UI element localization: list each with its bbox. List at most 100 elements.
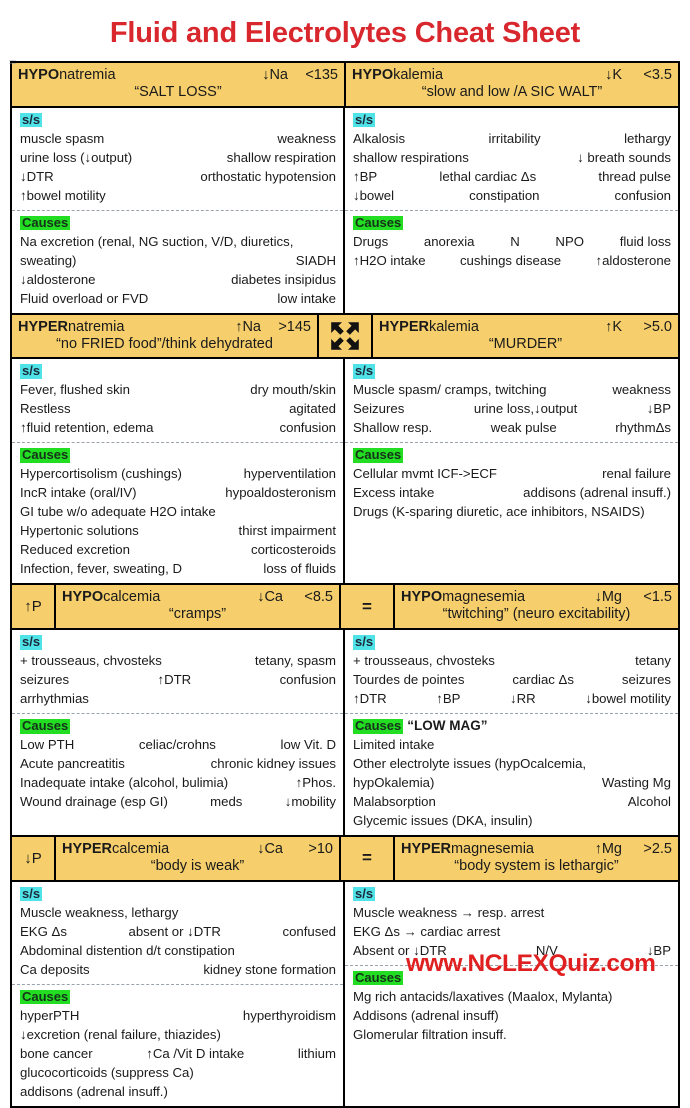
content-segment: Excess intake [353,485,435,501]
content-segment: ↑BP [353,168,378,184]
content-segment: shallow respiration [226,149,336,165]
section-header-band: HYPERnatremia ↑Na >145 “no FRIED food”/thin… [12,314,678,358]
content-segment: Acute pancreatitis [20,756,125,772]
ss-tag-row: s/s [20,885,336,903]
content-segment: Hypercortisolism (cushings) [20,466,182,482]
content-segment: Malabsorption [353,794,436,810]
segment-spacer [558,941,647,960]
content-column: s/s Alkalosis irritability lethargy shallow … [345,107,678,313]
content-line: Seizures urine loss,↓output ↓BP [353,399,671,418]
segment-spacer [497,464,602,483]
content-segment: rhythmΔs [615,420,671,436]
electrolyte-name: HYPOkalemia [352,67,443,83]
content-segment: addisons (adrenal insuff.) [523,485,671,501]
segment-spacer [228,773,295,792]
content-line: Shallow resp. weak pulse rhythmΔs [353,418,671,437]
signs-symptoms-block: s/s + trousseaus, chvosteks tetany Tourdes … [345,630,678,713]
content-segment: Infection, fever, sweating, D [20,561,182,577]
content-line: Muscle weakness, lethargy [20,903,336,922]
content-segment: Wound drainage (esp GI) [20,794,168,810]
content-line: hyperPTH hyperthyroidism [20,1006,336,1025]
segment-spacer [191,670,279,689]
causes-block: Causes Mg rich antacids/laxatives (Maalox… [345,964,678,1049]
segment-spacer [464,670,512,689]
electrolyte-name: HYPOcalcemia [62,589,160,605]
content-segment: kidney stone formation [203,961,336,977]
electrolyte-symbol: ↓Mg [594,589,622,606]
content-line: Infection, fever, sweating, D loss of flu… [20,559,336,578]
content-line: Drugs (K-sparing diuretic, ace inhibitor… [353,502,671,521]
content-line: + trousseaus, chvosteks tetany, spasm [20,651,336,670]
content-segment: EKG Δs [20,923,67,939]
content-segment: Inadequate intake (alcohol, bulimia) [20,775,229,791]
header-line-primary: HYPERcalcemia ↓Ca >10 [62,841,333,857]
electrolyte-symbol: ↓K [605,67,622,83]
content-line: Low PTH celiac/crohns low Vit. D [20,735,336,754]
phosphorus-badge-left: ↑P [12,585,56,629]
segment-spacer [69,670,157,689]
content-segment: corticosteroids [250,542,336,558]
electrolyte-name: HYPERmagnesemia [401,841,534,857]
ss-label: s/s [20,885,43,902]
content-segment: hypoaldosteronism [225,485,336,501]
segment-spacer [436,792,628,811]
phosphorus-badge-left: ↓P [12,837,56,880]
content-segment: ↓aldosterone [20,271,96,287]
segment-spacer [71,399,289,418]
content-segment: Other electrolyte issues (hypOcalcemia, [353,756,587,772]
content-line: Ca deposits kidney stone formation [20,960,336,979]
segment-spacer [132,148,227,167]
content-segment: hyperthyroidism [242,1007,336,1023]
segment-spacer [130,540,251,559]
content-segment: ↑DTR [157,672,192,688]
cheat-sheet-page: Fluid and Electrolytes Cheat Sheet HYPOn… [0,0,690,1108]
segment-spacer [447,941,536,960]
content-segment: Cellular mvmt ICF->ECF [353,466,497,482]
electrolyte-prefix: HYPER [379,318,429,335]
ss-label: s/s [353,363,376,379]
segment-spacer [434,483,523,502]
electrolyte-suffix: natremia [59,67,116,83]
content-line: ↑bowel motility [20,186,336,205]
ss-label: s/s [20,363,43,379]
header-line-primary: HYPOkalemia ↓K <3.5 [352,67,672,83]
segment-spacer [561,251,595,270]
segment-spacer [67,922,129,941]
content-line: ↑H2O intake cushings disease ↑aldosterone [353,251,671,270]
signs-symptoms-block: s/s Alkalosis irritability lethargy shallow … [345,108,678,210]
content-line: Addisons (adrenal insuff) [353,1006,671,1025]
segment-spacer [557,418,616,437]
content-line: GI tube w/o adequate H2O intake [20,502,336,521]
ss-label: s/s [353,634,376,650]
segment-spacer [182,559,263,578]
segment-spacer [394,186,469,205]
content-line: Absent or ↓DTR N/V ↓BP [353,941,671,960]
electrolyte-value: >10 [308,841,333,858]
content-segment: ↑fluid retention, edema [20,420,154,436]
header-line-primary: HYPOmagnesemia ↓Mg <1.5 [401,589,672,605]
content-line: sweating) SIADH [20,251,336,270]
content-segment: ↑Phos. [295,775,336,791]
content-line: Drugs anorexia N NPO fluid loss [353,232,671,251]
causes-label: Causes [353,969,404,986]
content-line: Acute pancreatitis chronic kidney issues [20,754,336,773]
content-segment: Fever, flushed skin [20,382,130,398]
electrolyte-header-cell: HYPOkalemia ↓K <3.5 “slow and low /A SIC WA… [346,63,678,106]
electrolyte-value: >145 [278,318,311,335]
content-line: urine loss (↓output) shallow respiration [20,148,336,167]
content-segment: Glomerular filtration insuff. [353,1026,507,1042]
causes-tag-row: Causes [353,969,671,987]
content-segment: low Vit. D [280,737,337,753]
content-line: ↓aldosterone diabetes insipidus [20,270,336,289]
content-segment: weak pulse [490,420,557,436]
content-segment: Ca deposits [20,961,90,977]
content-segment: Shallow resp. [353,420,433,436]
content-line: Glomerular filtration insuff. [353,1025,671,1044]
content-line: Malabsorption Alcohol [353,792,671,811]
section-header-band: ↓P HYPERcalcemia ↓Ca >10 “body is weak” = HYPE… [12,837,678,880]
causes-block: Causes Drugs anorexia N NPO fluid loss ↑H2O in… [345,209,678,275]
content-segment: ↓mobility [284,794,337,810]
content-column: s/s Muscle spasm/ cramps, twitching weakne… [345,359,678,584]
causes-mnemonic: “LOW MAG” [407,718,488,734]
electrolyte-mnemonic: “no FRIED food”/think dehydrated [56,335,273,352]
